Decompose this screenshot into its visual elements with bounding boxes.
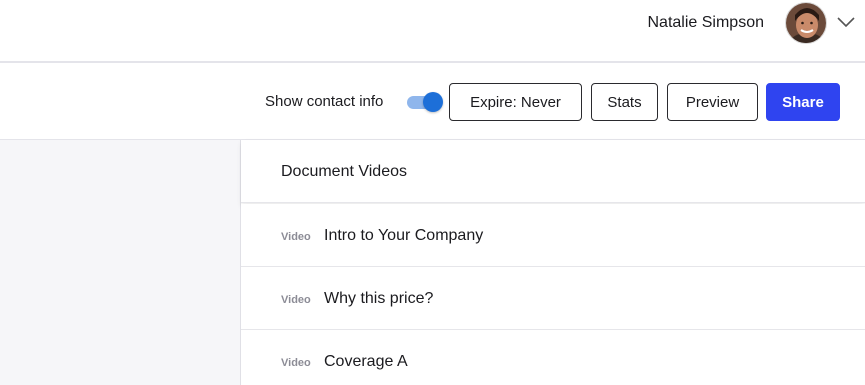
top-header: Natalie Simpson <box>0 0 865 63</box>
avatar-image <box>786 3 826 43</box>
toggle-knob <box>423 92 443 112</box>
avatar[interactable] <box>785 2 827 44</box>
video-list-item[interactable]: Video Why this price? <box>241 267 865 330</box>
share-button[interactable]: Share <box>766 83 840 121</box>
video-list-item[interactable]: Video Coverage A <box>241 330 865 385</box>
document-videos-header: Document Videos <box>241 140 865 203</box>
stats-button[interactable]: Stats <box>591 83 658 121</box>
chevron-down-icon[interactable] <box>836 14 856 30</box>
show-contact-info-toggle[interactable] <box>405 92 443 112</box>
video-title: Why this price? <box>324 290 434 307</box>
video-tag: Video <box>281 294 311 306</box>
panel-title: Document Videos <box>281 163 407 180</box>
video-title: Coverage A <box>324 353 408 370</box>
left-sidebar <box>0 140 241 385</box>
preview-button[interactable]: Preview <box>667 83 758 121</box>
document-toolbar: Show contact info Expire: Never Stats Pr… <box>0 63 865 140</box>
user-name[interactable]: Natalie Simpson <box>648 13 765 33</box>
show-contact-info-label: Show contact info <box>265 93 384 110</box>
video-list-item[interactable]: Video Intro to Your Company <box>241 204 865 267</box>
video-tag: Video <box>281 231 311 243</box>
expire-button[interactable]: Expire: Never <box>449 83 582 121</box>
video-tag: Video <box>281 357 311 369</box>
video-title: Intro to Your Company <box>324 227 484 244</box>
